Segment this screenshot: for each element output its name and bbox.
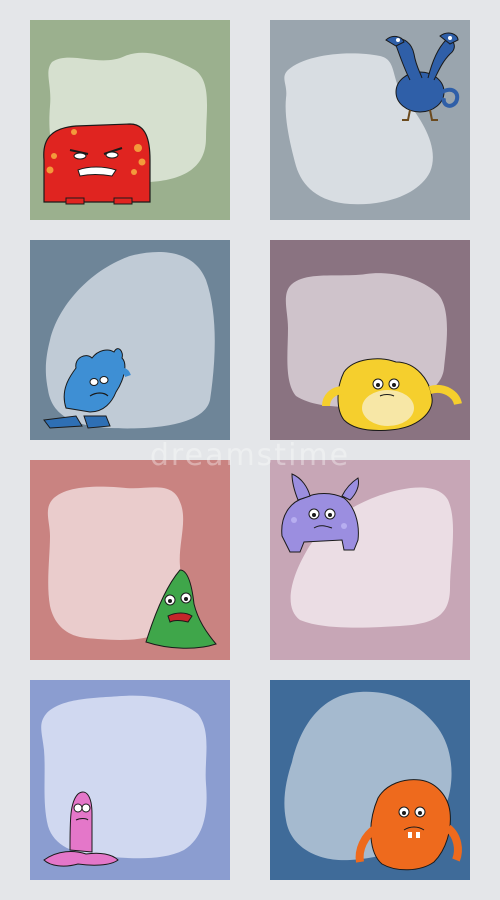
speech-blob — [41, 695, 207, 859]
orange-furry-monster-illustration — [270, 680, 470, 880]
blue-flame-monster-illustration — [30, 240, 230, 440]
blue-dragon-card — [270, 20, 470, 220]
yellow-furry-monster-card — [270, 240, 470, 440]
red-box-monster — [43, 123, 151, 205]
green-monster-illustration — [30, 460, 230, 660]
pink-slime-monster-illustration — [30, 680, 230, 880]
purple-monster-card — [270, 460, 470, 660]
pink-slime-monster-card — [30, 680, 230, 880]
blue-dragon-illustration — [270, 20, 470, 220]
red-monster-illustration — [30, 20, 230, 220]
green-monster-card — [30, 460, 230, 660]
purple-monster-illustration — [270, 460, 470, 660]
yellow-furry-monster-illustration — [270, 240, 470, 440]
orange-furry-monster-card — [270, 680, 470, 880]
blue-flame-monster-card — [30, 240, 230, 440]
watermark-text: dreamstime — [149, 438, 351, 473]
red-monster-card — [30, 20, 230, 220]
